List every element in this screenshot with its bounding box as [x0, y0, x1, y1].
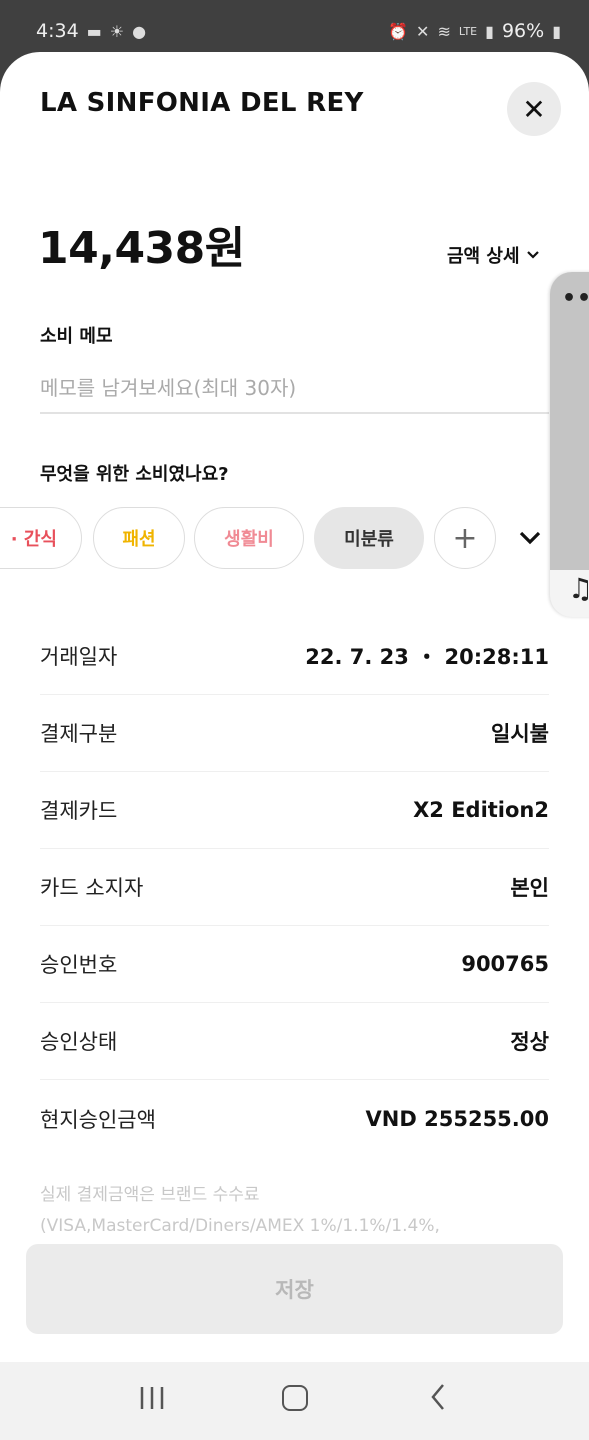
- add-category-button[interactable]: +: [434, 507, 496, 569]
- category-chip-snack[interactable]: · 간식: [0, 507, 82, 569]
- close-button[interactable]: ✕: [507, 82, 561, 136]
- system-nav-bar: [0, 1362, 589, 1440]
- recent-apps-icon: [140, 1386, 163, 1409]
- category-chip-living[interactable]: 생활비: [194, 507, 304, 569]
- home-button[interactable]: [265, 1384, 325, 1419]
- fee-notice-line: 실제 결제금액은 브랜드 수수료: [40, 1185, 260, 1205]
- detail-label: 결제구분: [40, 722, 118, 746]
- battery-icon: ▮: [552, 21, 561, 41]
- detail-row-card-holder: 카드 소지자 본인: [40, 849, 549, 926]
- fee-notice-line: (VISA,MasterCard/Diners/AMEX 1%/1.1%/1.4…: [40, 1216, 440, 1236]
- transaction-amount: 14,438원: [38, 223, 245, 274]
- detail-row-date: 거래일자 22. 7. 23 ・ 20:28:11: [40, 618, 549, 695]
- home-icon: [281, 1384, 308, 1411]
- memo-input[interactable]: [40, 364, 549, 414]
- back-icon: [430, 1384, 444, 1410]
- memo-label: 소비 메모: [40, 326, 113, 347]
- detail-value: VND 255255.00: [365, 1106, 549, 1131]
- fee-notice: 실제 결제금액은 브랜드 수수료 (VISA,MasterCard/Diners…: [40, 1180, 560, 1244]
- category-chip-list: · 간식 패션 생활비 미분류 +: [0, 492, 589, 584]
- recent-apps-button[interactable]: [122, 1384, 182, 1419]
- battery-percent: 96%: [501, 20, 545, 42]
- detail-value: 정상: [510, 1030, 549, 1054]
- app-notification-icon: ●: [132, 21, 147, 41]
- detail-label: 승인번호: [40, 953, 118, 977]
- detail-label: 거래일자: [40, 645, 118, 669]
- back-button[interactable]: [408, 1382, 468, 1420]
- detail-label: 현지승인금액: [40, 1107, 156, 1132]
- amount-detail-toggle[interactable]: 금액 상세: [447, 242, 540, 268]
- mute-icon: ✕: [416, 21, 430, 41]
- message-icon: ▬: [86, 21, 102, 41]
- detail-value: 22. 7. 23 ・ 20:28:11: [305, 645, 549, 669]
- detail-label: 결제카드: [40, 799, 118, 823]
- detail-value: 본인: [510, 876, 549, 900]
- signal-icon: ▮: [485, 21, 494, 41]
- detail-row-local-amount: 현지승인금액 VND 255255.00: [40, 1080, 549, 1157]
- category-chip-fashion[interactable]: 패션: [93, 507, 185, 569]
- detail-label: 카드 소지자: [40, 876, 144, 900]
- transaction-details: 거래일자 22. 7. 23 ・ 20:28:11 결제구분 일시불 결제카드 …: [40, 618, 549, 1157]
- save-button[interactable]: 저장: [26, 1244, 563, 1334]
- close-icon: ✕: [522, 92, 546, 126]
- detail-row-approval-status: 승인상태 정상: [40, 1003, 549, 1080]
- alarm-icon: ⏰: [388, 21, 409, 41]
- status-left: 4:34 ▬ ☀ ●: [36, 20, 146, 42]
- detail-row-card: 결제카드 X2 Edition2: [40, 772, 549, 849]
- detail-value: 일시불: [491, 722, 549, 746]
- detail-value: 900765: [461, 952, 549, 976]
- edge-panel-handle[interactable]: ••• ♫: [550, 272, 589, 617]
- chevron-down-icon: [526, 251, 539, 259]
- music-note-icon: ♫: [568, 572, 589, 605]
- category-question: 무엇을 위한 소비였나요?: [40, 464, 229, 485]
- wifi-icon: ≋: [437, 21, 451, 41]
- more-dots-icon: •••: [562, 286, 589, 311]
- detail-row-payment-type: 결제구분 일시불: [40, 695, 549, 772]
- detail-value: X2 Edition2: [413, 798, 549, 822]
- brightness-icon: ☀: [109, 21, 125, 41]
- detail-row-approval-number: 승인번호 900765: [40, 926, 549, 1003]
- status-time: 4:34: [36, 20, 79, 42]
- status-right: ⏰ ✕ ≋ LTE ▮ 96% ▮: [388, 20, 561, 42]
- category-chip-uncategorized[interactable]: 미분류: [314, 507, 424, 569]
- network-type: LTE: [458, 24, 478, 38]
- merchant-name: LA SINFONIA DEL REY: [40, 88, 364, 118]
- detail-label: 승인상태: [40, 1030, 118, 1054]
- amount-detail-label: 금액 상세: [447, 246, 520, 267]
- edge-panel-preview: •••: [550, 272, 589, 570]
- transaction-detail-sheet: LA SINFONIA DEL REY ✕ 14,438원 금액 상세 소비 메…: [0, 52, 589, 1362]
- chevron-down-icon: [519, 531, 541, 545]
